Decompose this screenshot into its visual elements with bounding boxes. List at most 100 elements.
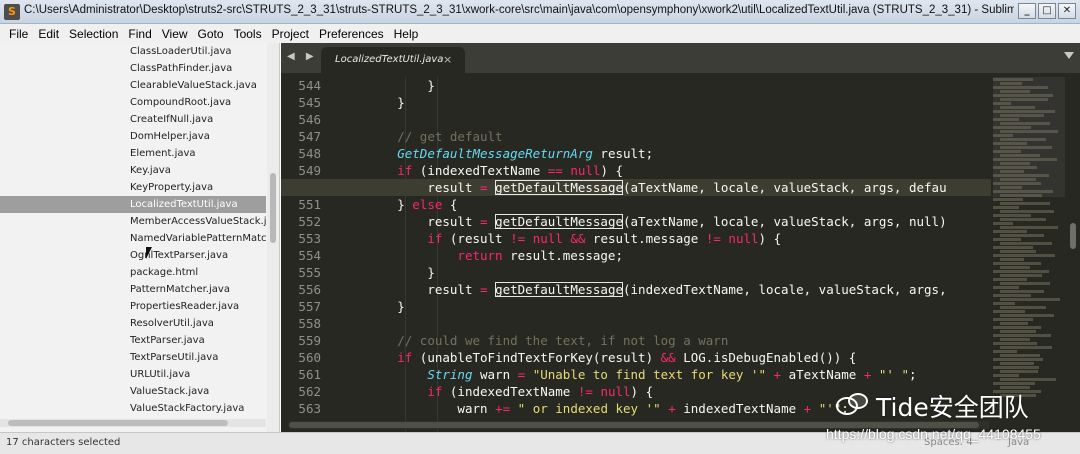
file-item[interactable]: CompoundRoot.java bbox=[0, 94, 266, 111]
file-item[interactable]: Element.java bbox=[0, 145, 266, 162]
minimap-line bbox=[1000, 298, 1060, 301]
minimize-button[interactable]: _ bbox=[1018, 3, 1036, 19]
file-item[interactable]: URLUtil.java bbox=[0, 366, 266, 383]
code-line[interactable]: } bbox=[281, 94, 991, 111]
code-line[interactable]: // could we find the text, if not log a … bbox=[281, 332, 991, 349]
minimap-line bbox=[993, 334, 1051, 337]
minimap-line bbox=[1000, 306, 1046, 309]
code-line[interactable]: if (indexedTextName == null) { bbox=[281, 162, 991, 179]
minimap-line bbox=[993, 382, 1035, 385]
menu-bar: File Edit Selection Find View Goto Tools… bbox=[0, 24, 1080, 43]
file-item[interactable]: ClassLoaderUtil.java bbox=[0, 43, 266, 60]
editor-vertical-scrollbar[interactable] bbox=[1069, 77, 1077, 417]
close-button[interactable]: ✕ bbox=[1058, 3, 1076, 19]
file-item[interactable]: Key.java bbox=[0, 162, 266, 179]
minimap-line bbox=[993, 158, 1057, 161]
file-item[interactable]: TextParseUtil.java bbox=[0, 349, 266, 366]
file-item[interactable]: CreateIfNull.java bbox=[0, 111, 266, 128]
menu-find[interactable]: Find bbox=[123, 27, 156, 41]
file-item[interactable]: NamedVariablePatternMatcher.java bbox=[0, 230, 266, 247]
minimap-line bbox=[1000, 178, 1036, 181]
minimap-line bbox=[1000, 154, 1040, 157]
code-area[interactable]: } } // get default GetDefaultMessageRetu… bbox=[281, 77, 991, 417]
code-line[interactable]: } else { bbox=[281, 196, 991, 213]
file-item[interactable]: package.html bbox=[0, 264, 266, 281]
menu-tools[interactable]: Tools bbox=[229, 27, 267, 41]
minimap-line bbox=[993, 342, 1037, 345]
menu-selection[interactable]: Selection bbox=[64, 27, 123, 41]
file-item[interactable]: ClassPathFinder.java bbox=[0, 60, 266, 77]
minimap[interactable] bbox=[993, 77, 1065, 417]
code-line[interactable]: } bbox=[281, 264, 991, 281]
tab-nav-arrows-icon[interactable]: ◀ ▶ bbox=[287, 51, 318, 62]
minimap-line bbox=[1000, 122, 1050, 125]
minimap-line bbox=[1000, 242, 1052, 245]
sidebar-horizontal-scrollbar[interactable] bbox=[0, 419, 266, 427]
sidebar-scroll-thumb[interactable] bbox=[270, 173, 276, 243]
watermark-brand-text: Tide安全团队 bbox=[876, 393, 1029, 422]
minimap-line bbox=[993, 142, 1027, 145]
code-line[interactable]: if (unableToFindTextForKey(result) && LO… bbox=[281, 349, 991, 366]
code-line[interactable]: } bbox=[281, 298, 991, 315]
code-line[interactable]: // get default bbox=[281, 128, 991, 145]
minimap-line bbox=[993, 102, 1011, 105]
menu-view[interactable]: View bbox=[157, 27, 193, 41]
tab-close-icon[interactable]: × bbox=[443, 53, 452, 66]
menu-preferences[interactable]: Preferences bbox=[314, 27, 389, 41]
file-item-selected[interactable]: LocalizedTextUtil.java bbox=[0, 196, 266, 213]
minimap-line bbox=[993, 302, 1015, 305]
file-item[interactable]: OgnlTextParser.java bbox=[0, 247, 266, 264]
menu-edit[interactable]: Edit bbox=[33, 27, 64, 41]
code-line[interactable]: result = getDefaultMessage(aTextName, lo… bbox=[281, 213, 991, 230]
file-item[interactable]: KeyProperty.java bbox=[0, 179, 266, 196]
minimap-line bbox=[1000, 202, 1050, 205]
minimap-line bbox=[993, 326, 1041, 329]
minimap-line bbox=[993, 366, 1039, 369]
code-line[interactable] bbox=[281, 315, 991, 332]
tab-label: LocalizedTextUtil.java bbox=[335, 54, 444, 65]
minimap-line bbox=[993, 182, 1041, 185]
code-editor[interactable]: ◀ ▶ LocalizedTextUtil.java × 544 545 546… bbox=[281, 43, 1080, 432]
sidebar-vertical-scrollbar[interactable] bbox=[267, 43, 279, 432]
file-item[interactable]: ValueStack.java bbox=[0, 383, 266, 400]
menu-project[interactable]: Project bbox=[267, 27, 314, 41]
minimap-line bbox=[993, 230, 1027, 233]
menu-goto[interactable]: Goto bbox=[193, 27, 229, 41]
code-line[interactable]: String warn = "Unable to find text for k… bbox=[281, 366, 991, 383]
file-item[interactable]: ValueStackFactory.java bbox=[0, 400, 266, 417]
minimap-line bbox=[1000, 322, 1028, 325]
code-line[interactable]: return result.message; bbox=[281, 247, 991, 264]
file-item[interactable]: ClearableValueStack.java bbox=[0, 77, 266, 94]
minimap-line bbox=[1000, 162, 1030, 165]
tab-localizedtextutil[interactable]: LocalizedTextUtil.java × bbox=[321, 47, 465, 73]
file-item[interactable]: MemberAccessValueStack.java bbox=[0, 213, 266, 230]
minimap-line bbox=[993, 222, 1013, 225]
minimap-line bbox=[993, 94, 1053, 97]
minimap-line bbox=[1000, 354, 1040, 357]
minimap-line bbox=[1000, 90, 1030, 93]
code-line[interactable]: GetDefaultMessageReturnArg result; bbox=[281, 145, 991, 162]
sidebar-hscroll-thumb[interactable] bbox=[8, 420, 228, 426]
code-line[interactable] bbox=[281, 111, 991, 128]
minimap-line bbox=[993, 246, 1033, 249]
code-line[interactable]: if (result != null && result.message != … bbox=[281, 230, 991, 247]
minimap-line bbox=[993, 270, 1049, 273]
minimap-line bbox=[993, 278, 1027, 281]
minimap-line bbox=[993, 310, 1025, 313]
menu-file[interactable]: File bbox=[4, 27, 33, 41]
code-line[interactable]: result = getDefaultMessage(indexedTextNa… bbox=[281, 281, 991, 298]
file-item[interactable]: DomHelper.java bbox=[0, 128, 266, 145]
menu-help[interactable]: Help bbox=[389, 27, 424, 41]
code-line[interactable]: } bbox=[281, 77, 991, 94]
file-item[interactable]: TextParser.java bbox=[0, 332, 266, 349]
watermark-brand: Tide安全团队 bbox=[836, 388, 1029, 424]
tab-menu-icon[interactable] bbox=[1064, 52, 1074, 59]
file-item[interactable]: ResolverUtil.java bbox=[0, 315, 266, 332]
file-item[interactable]: PropertiesReader.java bbox=[0, 298, 266, 315]
file-list: ClassLoaderUtil.java ClassPathFinder.jav… bbox=[0, 43, 266, 417]
file-item[interactable]: PatternMatcher.java bbox=[0, 281, 266, 298]
editor-scroll-thumb[interactable] bbox=[1070, 223, 1076, 249]
maximize-button[interactable]: □ bbox=[1038, 3, 1056, 19]
code-line-active[interactable]: result = getDefaultMessage(aTextName, lo… bbox=[281, 179, 991, 196]
minimap-line bbox=[993, 110, 1055, 113]
